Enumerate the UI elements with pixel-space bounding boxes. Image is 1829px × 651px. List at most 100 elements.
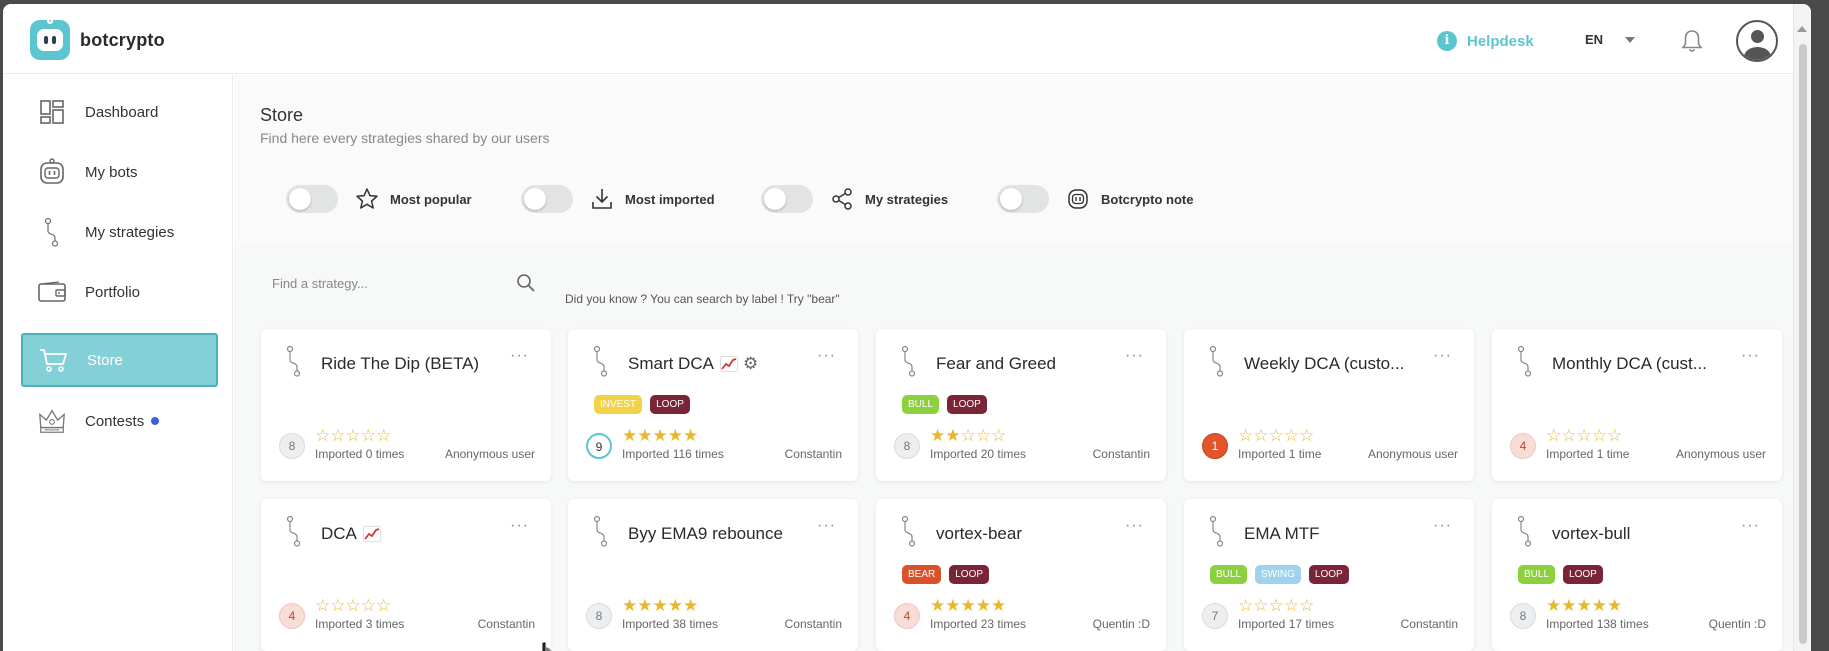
rating-stars[interactable]: ☆☆☆☆☆ [315,597,391,615]
card-title-text: vortex-bull [1552,524,1631,543]
filter-botcrypto-note: Botcrypto note [997,185,1193,213]
label-badge-loop[interactable]: LOOP [1563,565,1603,584]
sidebar-item-dashboard[interactable]: Dashboard [21,86,218,138]
label-badge-bull[interactable]: BULL [902,395,940,414]
label-badge-loop[interactable]: LOOP [949,565,990,584]
strategy-card[interactable]: Weekly DCA (custo... ··· 1 ☆☆☆☆☆ Imported 1 … [1184,329,1474,481]
strategy-card[interactable]: EMA MTF ··· BULL SWING LOOP 7 ☆☆☆☆☆ Imported 17… [1184,499,1474,651]
download-icon [589,186,615,212]
botcrypto-score-badge: 1 [1202,433,1228,459]
label-badge-bull[interactable]: BULL [1210,565,1248,584]
strategy-icon [285,345,303,382]
card-title-text: vortex-bear [936,524,1022,543]
card-title-text: Ride The Dip (BETA) [321,354,480,373]
strategy-card[interactable]: Fear and Greed ··· BULL LOOP 8 ★★☆☆☆ Imported … [876,329,1166,481]
strategy-card[interactable]: Smart DCA ⚙ ··· INVEST LOOP 9 ★★★★★ Imported 11… [568,329,858,481]
sidebar-item-label: My strategies [85,223,175,241]
search-icon[interactable] [516,273,536,298]
app-window: botcrypto i Helpdesk EN Dashboard My bot… [3,4,1811,651]
sidebar-item-label: Contests [85,412,145,430]
rating-stars[interactable]: ☆☆☆☆☆ [1546,427,1622,445]
label-list: BULL LOOP [902,395,995,414]
rating-stars[interactable]: ★★★★★ [622,427,698,445]
search-input[interactable] [258,263,548,303]
filter-label: Most imported [625,191,715,207]
more-options-icon[interactable]: ··· [510,517,529,535]
label-badge-bull[interactable]: BULL [1518,565,1556,584]
label-badge-bear[interactable]: BEAR [902,565,942,584]
rating-stars[interactable]: ★★★★★ [1546,597,1622,615]
scrollbar-thumb[interactable] [1799,44,1807,644]
bell-icon[interactable] [1681,29,1703,58]
author-name: Constantin [477,617,535,631]
star-icon [354,186,380,212]
card-title-text: Weekly DCA (custo... [1244,354,1405,373]
rating-stars[interactable]: ☆☆☆☆☆ [1238,597,1314,615]
scroll-up-icon[interactable] [1797,26,1807,32]
strategy-card[interactable]: Ride The Dip (BETA) ··· 8 ☆☆☆☆☆ Imported 0 t… [261,329,551,481]
rating-stars[interactable]: ☆☆☆☆☆ [1238,427,1314,445]
logo[interactable]: botcrypto [30,18,165,60]
helpdesk-link[interactable]: i Helpdesk [1437,31,1534,51]
more-options-icon[interactable]: ··· [510,347,529,365]
botcrypto-note-toggle[interactable] [997,185,1049,213]
scrollbar[interactable] [1793,4,1811,651]
search-box [258,263,548,303]
strategy-card[interactable]: DCA ··· 4 ☆☆☆☆☆ Imported 3 times Constantin [261,499,551,651]
import-count: Imported 0 times [315,447,405,461]
most-imported-toggle[interactable] [521,185,573,213]
filter-my-strategies: My strategies [761,185,997,213]
strategy-card[interactable]: vortex-bear ··· BEAR LOOP 4 ★★★★★ Imported 23 … [876,499,1166,651]
my-strategies-toggle[interactable] [761,185,813,213]
helpdesk-label: Helpdesk [1467,32,1534,50]
user-avatar[interactable] [1736,20,1778,62]
store-main: Store Find here every strategies shared … [234,75,1793,651]
sidebar-item-label: Dashboard [85,103,159,121]
label-badge-loop[interactable]: LOOP [1308,565,1349,584]
rating-stars[interactable]: ★★☆☆☆ [930,427,1006,445]
label-badge-invest[interactable]: INVEST [594,395,643,414]
label-badge-swing[interactable]: SWING [1255,565,1301,584]
label-badge-loop[interactable]: LOOP [650,395,690,414]
more-options-icon[interactable]: ··· [817,347,836,365]
sidebar-item-store[interactable]: Store [21,333,218,387]
card-title-text: Fear and Greed [936,354,1057,373]
language-value: EN [1585,32,1604,47]
more-options-icon[interactable]: ··· [1741,347,1760,365]
import-count: Imported 1 time [1546,447,1630,461]
more-options-icon[interactable]: ··· [1433,517,1452,535]
sidebar-item-my-strategies[interactable]: My strategies [21,206,218,258]
sidebar-item-my-bots[interactable]: My bots [21,146,218,198]
strategy-card[interactable]: vortex-bull ··· BULL LOOP 8 ★★★★★ Imported 138… [1492,499,1782,651]
label-badge-loop[interactable]: LOOP [947,395,987,414]
more-options-icon[interactable]: ··· [1125,517,1144,535]
strategy-card[interactable]: Monthly DCA (cust... ··· 4 ☆☆☆☆☆ Imported 1 … [1492,329,1782,481]
strategy-icon [1516,345,1534,382]
more-options-icon[interactable]: ··· [1125,347,1144,365]
strategy-icon [37,217,67,247]
pointer-cursor-icon [537,641,555,651]
sidebar-item-portfolio[interactable]: Portfolio [21,266,218,318]
sidebar-item-label: Portfolio [85,283,141,301]
author-name: Anonymous user [444,447,535,461]
most-popular-toggle[interactable] [286,185,338,213]
rating-stars[interactable]: ☆☆☆☆☆ [315,427,391,445]
author-name: Quentin :D [1092,617,1150,631]
strategy-icon [592,345,610,382]
botcrypto-logo-icon [30,18,70,60]
filter-label: My strategies [865,191,949,207]
rating-stars[interactable]: ★★★★★ [930,597,1006,615]
strategy-icon [285,515,303,552]
strategy-card[interactable]: Byy EMA9 rebounce ··· 8 ★★★★★ Imported 38 ti… [568,499,858,651]
strategy-icon [1208,515,1226,552]
share-icon [829,186,855,212]
language-select[interactable]: EN [1585,32,1636,47]
more-options-icon[interactable]: ··· [1433,347,1452,365]
rating-stars[interactable]: ★★★★★ [622,597,698,615]
page-title: Store [260,105,304,125]
more-options-icon[interactable]: ··· [1741,517,1760,535]
more-options-icon[interactable]: ··· [817,517,836,535]
card-title: Fear and Greed [936,354,1056,374]
sidebar-item-contests[interactable]: Contests [21,395,218,447]
chevron-down-icon [1625,36,1636,43]
